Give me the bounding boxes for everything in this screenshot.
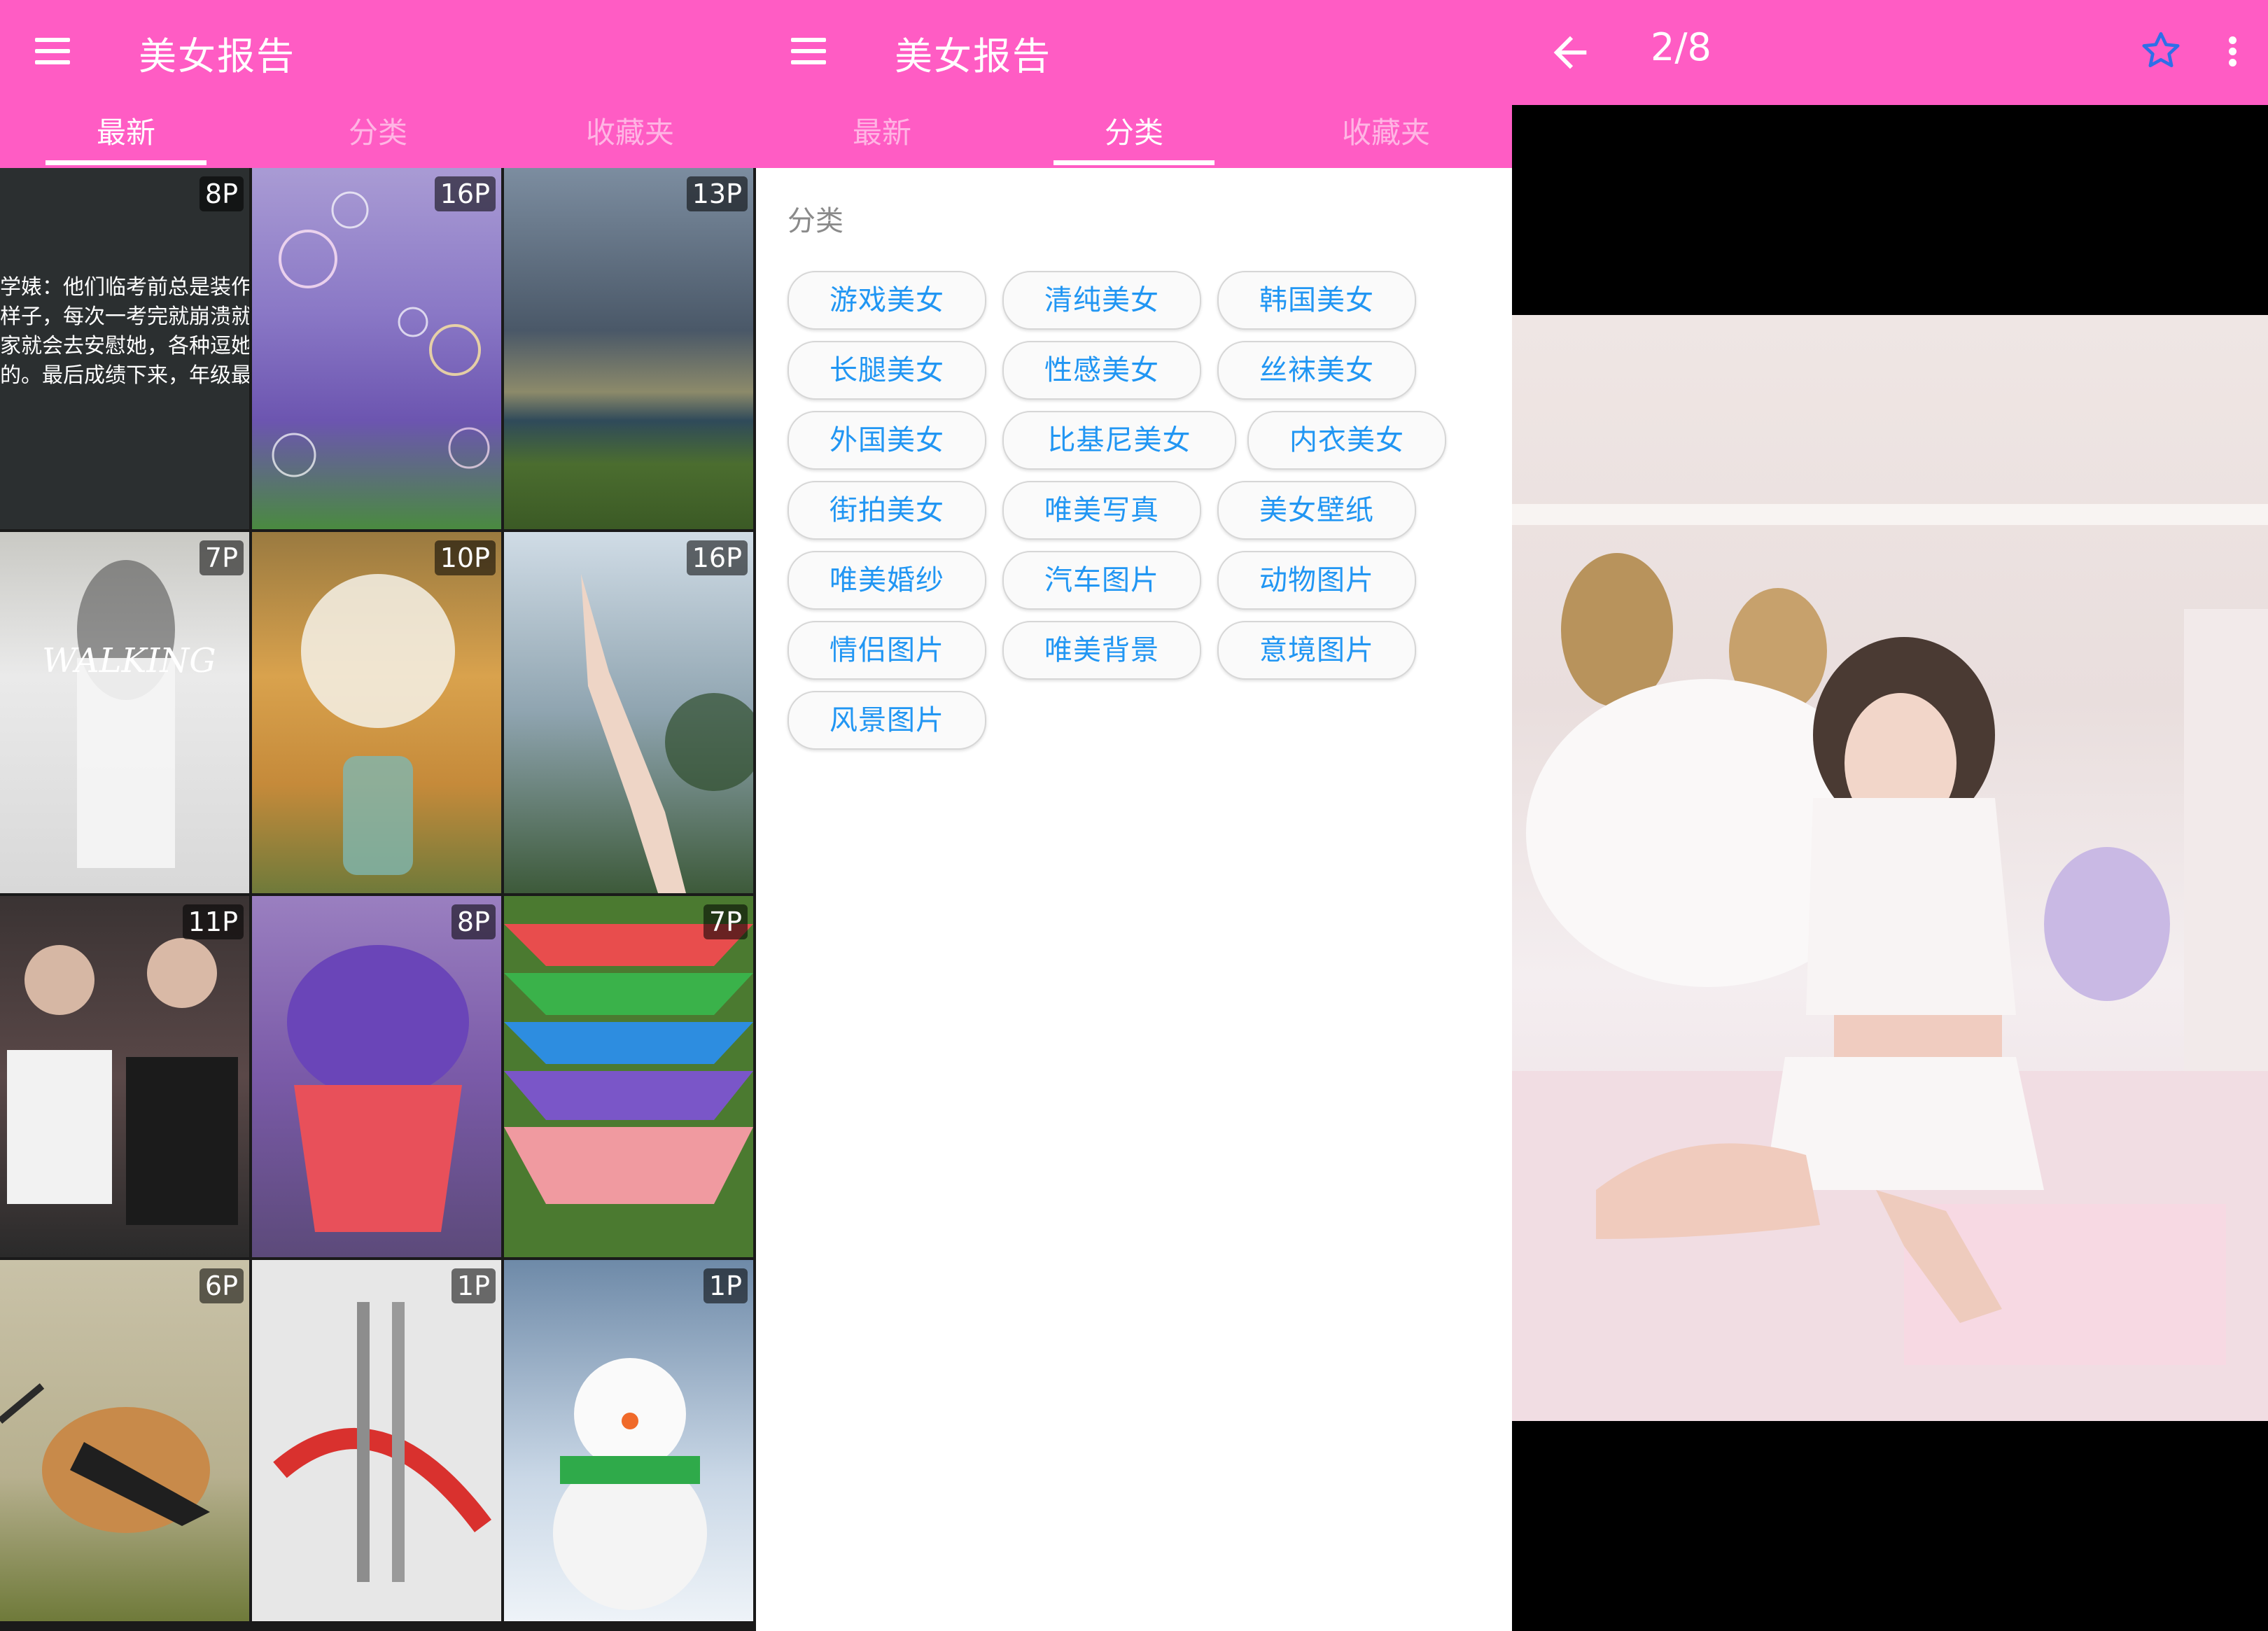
tab-latest[interactable]: 最新 xyxy=(0,105,252,168)
photo-count-badge: 10P xyxy=(434,540,496,575)
couple-tshirts-image xyxy=(7,938,238,1225)
image-counter: 2/8 xyxy=(1651,25,1712,69)
star-outline-icon[interactable] xyxy=(2136,27,2185,76)
tab-categories[interactable]: 分类 xyxy=(1008,105,1260,168)
category-chip[interactable]: 清纯美女 xyxy=(1002,271,1201,330)
category-chip[interactable]: 长腿美女 xyxy=(788,341,986,400)
latest-screen: 学婊：他们临考前总是装作 样子，每次一考完就崩溃就 家就会去安慰她，各种逗她 的。最… xyxy=(0,0,756,1631)
menu-icon[interactable] xyxy=(788,31,830,73)
viewer-app-bar: 2/8 xyxy=(1512,0,2268,105)
category-chip[interactable]: 意境图片 xyxy=(1217,621,1416,680)
grid-tile[interactable]: 7P xyxy=(504,896,753,1257)
lavender-basket-image xyxy=(287,945,469,1232)
photo-count-badge: 13P xyxy=(686,176,748,211)
category-chip[interactable]: 唯美背景 xyxy=(1002,621,1201,680)
paper-boats-image xyxy=(504,924,753,1204)
tab-bar: 最新 分类 收藏夹 xyxy=(0,105,756,168)
category-chip[interactable]: 韩国美女 xyxy=(1217,271,1416,330)
grid-tile[interactable]: 10P xyxy=(252,532,501,893)
photo-count-badge: 8P xyxy=(199,176,244,211)
category-chip[interactable]: 汽车图片 xyxy=(1002,551,1201,610)
wedding-couple-image: WALKING xyxy=(42,560,216,868)
category-chip[interactable]: 动物图片 xyxy=(1217,551,1416,610)
category-chip[interactable]: 丝袜美女 xyxy=(1217,341,1416,400)
category-chip[interactable]: 情侣图片 xyxy=(788,621,986,680)
photo-count-badge: 6P xyxy=(199,1268,244,1303)
grid-tile[interactable]: WALKING 7P xyxy=(0,532,249,893)
girl-bedroom-photo xyxy=(1512,315,2268,1421)
grid-tile[interactable]: 1P xyxy=(252,1260,501,1621)
category-chip[interactable]: 唯美写真 xyxy=(1002,481,1201,540)
grid-tile[interactable]: 1P xyxy=(504,1260,753,1621)
photo-count-badge: 7P xyxy=(199,540,244,575)
app-title: 美女报告 xyxy=(895,34,1051,78)
full-image[interactable] xyxy=(1512,315,2268,1421)
app-bar: 美女报告 最新 分类 收藏夹 xyxy=(756,0,1512,168)
tab-favorites[interactable]: 收藏夹 xyxy=(504,105,756,168)
photo-count-badge: 16P xyxy=(434,176,496,211)
grid-tile[interactable]: 8P xyxy=(252,896,501,1257)
bubbles-lavender-image xyxy=(272,191,490,477)
category-chip[interactable]: 内衣美女 xyxy=(1247,411,1446,470)
category-heading: 分类 xyxy=(788,205,844,237)
svg-text:WALKING: WALKING xyxy=(42,641,216,680)
photo-count-badge: 1P xyxy=(703,1268,748,1303)
photo-count-badge: 7P xyxy=(703,904,748,939)
categories-screen: 美女报告 最新 分类 收藏夹 分类 游戏美女 清纯美女 韩国美女 长腿美女 性感… xyxy=(756,0,1512,1631)
photo-count-badge: 8P xyxy=(451,904,496,939)
image-viewer-screen: 2/8 xyxy=(1512,0,2268,1631)
grid-tile[interactable]: 16P xyxy=(504,532,753,893)
photo-count-badge: 11P xyxy=(182,904,244,939)
hoopoe-bird-image xyxy=(0,1383,210,1533)
hands-sky-image xyxy=(581,574,753,893)
back-arrow-icon[interactable] xyxy=(1546,28,1595,77)
grid-tile[interactable]: 学婊：他们临考前总是装作 样子，每次一考完就崩溃就 家就会去安慰她，各种逗她 的。最… xyxy=(0,168,249,529)
photo-count-badge: 16P xyxy=(686,540,748,575)
photo-count-badge: 1P xyxy=(451,1268,496,1303)
menu-icon[interactable] xyxy=(32,31,74,73)
category-chip[interactable]: 性感美女 xyxy=(1002,341,1201,400)
more-vert-icon[interactable] xyxy=(2219,27,2247,76)
category-chip[interactable]: 美女壁纸 xyxy=(1217,481,1416,540)
snowman-image xyxy=(553,1358,707,1610)
tab-categories[interactable]: 分类 xyxy=(252,105,504,168)
category-chip[interactable]: 外国美女 xyxy=(788,411,986,470)
app-title: 美女报告 xyxy=(139,34,295,78)
grid-tile[interactable]: 11P xyxy=(0,896,249,1257)
grid-tile[interactable]: 16P xyxy=(252,168,501,529)
cutlery-ribbon-image xyxy=(273,1302,491,1582)
tab-favorites[interactable]: 收藏夹 xyxy=(1260,105,1512,168)
tile-caption: 学婊：他们临考前总是装作 样子，每次一考完就崩溃就 家就会去安慰她，各种逗她 的。最… xyxy=(0,275,249,388)
tab-latest[interactable]: 最新 xyxy=(756,105,1008,168)
image-grid: 学婊：他们临考前总是装作 样子，每次一考完就崩溃就 家就会去安慰她，各种逗她 的。最… xyxy=(0,168,756,1631)
category-chip[interactable]: 风景图片 xyxy=(788,691,986,750)
grid-tile[interactable]: 13P xyxy=(504,168,753,529)
category-chip[interactable]: 游戏美女 xyxy=(788,271,986,330)
category-chip[interactable]: 唯美婚纱 xyxy=(788,551,986,610)
category-chip[interactable]: 比基尼美女 xyxy=(1002,411,1236,470)
grid-tile[interactable]: 6P xyxy=(0,1260,249,1621)
flower-jar-image xyxy=(301,574,455,875)
tab-bar: 最新 分类 收藏夹 xyxy=(756,105,1512,168)
category-chip[interactable]: 街拍美女 xyxy=(788,481,986,540)
app-bar: 美女报告 最新 分类 收藏夹 xyxy=(0,0,756,168)
